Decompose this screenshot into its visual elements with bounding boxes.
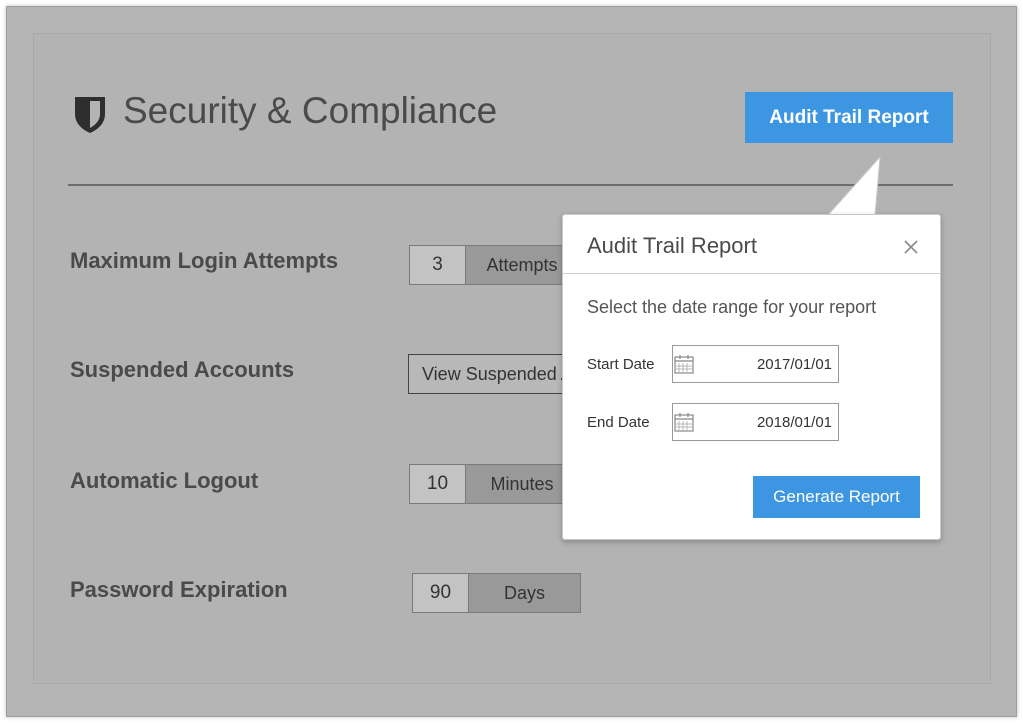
start-date-field[interactable] (672, 345, 894, 383)
popover-title: Audit Trail Report (587, 233, 757, 258)
password-expiration-value[interactable]: 90 (413, 574, 469, 612)
password-expiration-stepper[interactable]: 90 Days (412, 573, 581, 613)
audit-trail-report-button[interactable]: Audit Trail Report (745, 92, 953, 143)
login-attempts-stepper[interactable]: 3 Attempts (409, 245, 579, 285)
header-divider (68, 184, 953, 186)
generate-report-button[interactable]: Generate Report (753, 476, 920, 518)
shield-icon (75, 97, 105, 133)
close-icon[interactable] (903, 239, 919, 255)
page-title: Security & Compliance (123, 90, 498, 131)
popover-divider (563, 273, 940, 274)
suspended-accounts-label: Suspended Accounts (70, 357, 295, 382)
password-expiration-label: Password Expiration (70, 577, 288, 602)
calendar-icon[interactable] (673, 404, 695, 440)
popover-pointer (826, 156, 886, 218)
view-suspended-accounts-button[interactable]: View Suspended Accounts (408, 354, 588, 394)
end-date-input[interactable] (695, 413, 894, 431)
audit-trail-popover: Audit Trail Report Select the date range… (562, 214, 941, 540)
start-date-input[interactable] (695, 355, 894, 373)
popover-description: Select the date range for your report (587, 297, 877, 317)
start-date-label: Start Date (587, 356, 655, 373)
automatic-logout-label: Automatic Logout (70, 468, 259, 493)
calendar-icon[interactable] (673, 346, 695, 382)
automatic-logout-stepper[interactable]: 10 Minutes (409, 464, 579, 504)
login-attempts-label: Maximum Login Attempts (70, 248, 339, 273)
end-date-label: End Date (587, 414, 650, 431)
login-attempts-value[interactable]: 3 (410, 246, 466, 284)
end-date-field[interactable] (672, 403, 894, 441)
password-expiration-unit: Days (469, 574, 580, 612)
automatic-logout-value[interactable]: 10 (410, 465, 466, 503)
